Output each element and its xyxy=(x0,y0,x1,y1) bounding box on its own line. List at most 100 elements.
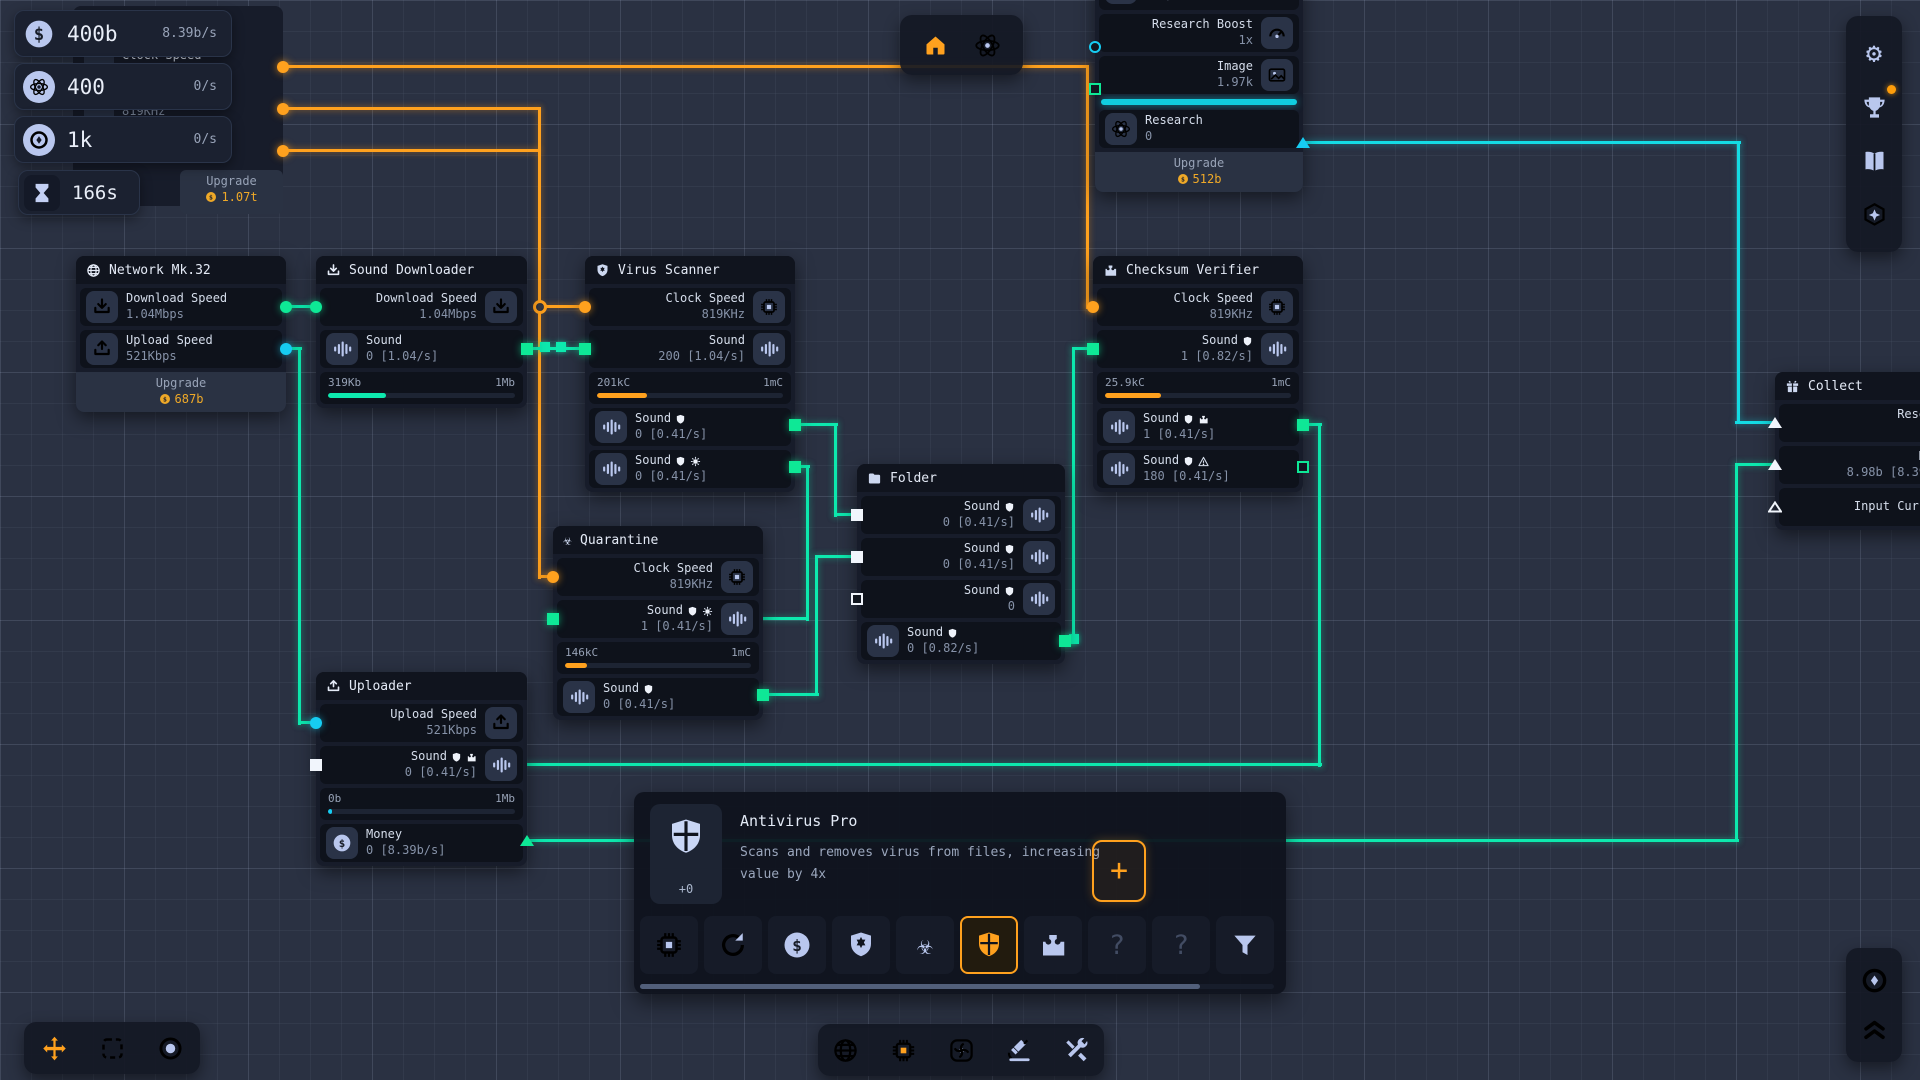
sound-input-port-2[interactable] xyxy=(851,551,863,563)
sound-icon xyxy=(867,625,899,657)
node-collect[interactable]: Collect Research0 Money8.98b [8.39b/s] I… xyxy=(1775,372,1920,530)
buy-item-button[interactable]: + xyxy=(1092,840,1146,902)
settings-button[interactable]: ⚙ xyxy=(1854,33,1894,73)
recenter-button[interactable] xyxy=(1854,960,1894,1000)
research-category-button[interactable] xyxy=(997,1028,1041,1072)
clock-input-port[interactable] xyxy=(579,301,591,313)
item-locked-button[interactable]: ? xyxy=(1088,916,1146,974)
sound-icon xyxy=(721,603,753,635)
node-checksum-verifier[interactable]: Checksum Verifier Clock Speed819KHz Soun… xyxy=(1093,256,1303,492)
hardware-category-button[interactable] xyxy=(881,1028,925,1072)
node-quarantine[interactable]: ☣Quarantine Clock Speed819KHz Sound1 [0.… xyxy=(553,526,763,720)
item-locked-button[interactable]: ? xyxy=(1152,916,1210,974)
money-input-row: Money8.98b [8.39b/s] xyxy=(1779,446,1920,484)
guide-button[interactable] xyxy=(1854,141,1894,181)
sound-output-port[interactable] xyxy=(757,689,769,701)
item-cpu-button[interactable] xyxy=(640,916,698,974)
sound-input-port[interactable] xyxy=(547,613,559,625)
upgrade-all-button[interactable] xyxy=(1854,1010,1894,1050)
upload-speed-input-port[interactable] xyxy=(310,717,322,729)
puzzle-icon xyxy=(1103,263,1118,278)
download-output-port[interactable] xyxy=(280,301,292,313)
warning-icon xyxy=(1198,456,1209,467)
move-tool-button[interactable] xyxy=(32,1026,76,1070)
node-title: Checksum Verifier xyxy=(1126,263,1259,278)
coin-icon xyxy=(1177,173,1189,185)
circle-tool-button[interactable] xyxy=(148,1026,192,1070)
money-output-port[interactable] xyxy=(520,835,534,846)
item-money-button[interactable] xyxy=(768,916,826,974)
overclocker-output-port[interactable] xyxy=(277,103,289,115)
sound-input-port[interactable] xyxy=(310,759,322,771)
overclocker-output-port[interactable] xyxy=(277,145,289,157)
node-network[interactable]: Network Mk.32 Download Speed1.04Mbps Upl… xyxy=(76,256,286,412)
research-upgrade-button[interactable]: Upgrade 512b xyxy=(1095,152,1303,192)
clock-speed-input-row: Clock Speed819KHz xyxy=(589,288,791,326)
shield-icon xyxy=(675,414,686,425)
shield-icon xyxy=(1183,414,1194,425)
cpu-icon xyxy=(654,930,684,960)
upload-output-port[interactable] xyxy=(280,343,292,355)
game-canvas[interactable]: Clock Speed 819KHz Upgrade 1.07t Network… xyxy=(0,0,1920,1080)
sound-icon xyxy=(1103,453,1135,485)
shield-icon xyxy=(1004,586,1015,597)
sound-input-port[interactable] xyxy=(1087,343,1099,355)
wire-clock-to-checksum xyxy=(1086,65,1089,309)
item-filter-button[interactable] xyxy=(1216,916,1274,974)
cooling-category-button[interactable] xyxy=(939,1028,983,1072)
shop-panel: +0 Antivirus Pro Scans and removes virus… xyxy=(634,792,1286,994)
node-header: Sound Downloader xyxy=(316,256,527,284)
research-input-port[interactable] xyxy=(1768,417,1782,428)
item-refresh-button[interactable] xyxy=(704,916,762,974)
sound-output-port[interactable] xyxy=(1059,635,1071,647)
item-puzzle-button[interactable] xyxy=(1024,916,1082,974)
select-tool-button[interactable] xyxy=(90,1026,134,1070)
research-output-port[interactable] xyxy=(1296,137,1310,148)
node-sound-downloader[interactable]: Sound Downloader Download Speed1.04Mbps … xyxy=(316,256,527,408)
wire-waypoint[interactable] xyxy=(556,342,566,352)
overclocker-output-port[interactable] xyxy=(277,61,289,73)
corrupt-output-port[interactable] xyxy=(1297,461,1309,473)
node-folder[interactable]: Folder Sound0 [0.41/s] Sound0 [0.41/s] S… xyxy=(857,464,1065,664)
cores-rate: 0/s xyxy=(180,132,217,147)
folder-icon xyxy=(867,471,882,486)
network-category-button[interactable] xyxy=(823,1028,867,1072)
achievements-button[interactable] xyxy=(1854,87,1894,127)
clock-input-port[interactable] xyxy=(1087,301,1099,313)
infected-sound-output-port[interactable] xyxy=(789,461,801,473)
node-research[interactable]: Research Speed1.6/s Research Boost1x Ima… xyxy=(1095,0,1303,192)
sound-output-port[interactable] xyxy=(521,343,533,355)
research-boost-input-row: Research Boost1x xyxy=(1099,14,1299,52)
wire-waypoint[interactable] xyxy=(540,342,550,352)
research-view-button[interactable] xyxy=(966,23,1010,67)
sound-input-port[interactable] xyxy=(579,343,591,355)
wire-upload-speed xyxy=(298,347,301,725)
circle-ring-icon xyxy=(157,1035,184,1062)
home-view-button[interactable] xyxy=(914,23,958,67)
bottom-right-panel xyxy=(1846,948,1902,1062)
node-uploader[interactable]: Uploader Upload Speed521Kbps Sound0 [0.4… xyxy=(316,672,527,866)
node-virus-scanner[interactable]: Virus Scanner Clock Speed819KHz Sound200… xyxy=(585,256,795,492)
verified-output-port[interactable] xyxy=(1297,419,1309,431)
overclocker-upgrade-button[interactable]: Upgrade 1.07t xyxy=(180,170,283,214)
item-antivirus-button[interactable] xyxy=(960,916,1018,974)
currency-input-port[interactable] xyxy=(1768,501,1782,513)
cores-value: 1k xyxy=(67,128,92,152)
boost-input-port[interactable] xyxy=(1089,41,1101,53)
tools-category-button[interactable] xyxy=(1055,1028,1099,1072)
atom-icon xyxy=(1105,113,1137,145)
item-biohazard-button[interactable]: ☣ xyxy=(896,916,954,974)
sound-input-port-3[interactable] xyxy=(851,593,863,605)
clock-input-port[interactable] xyxy=(547,571,559,583)
sound-input-port-1[interactable] xyxy=(851,509,863,521)
clean-sound-output-port[interactable] xyxy=(789,419,801,431)
wire-junction[interactable] xyxy=(533,300,547,314)
image-input-port[interactable] xyxy=(1089,83,1101,95)
download-input-port[interactable] xyxy=(310,301,322,313)
item-virus-shield-button[interactable] xyxy=(832,916,890,974)
prestige-button[interactable] xyxy=(1854,195,1894,235)
target-icon xyxy=(1861,967,1888,994)
money-input-port[interactable] xyxy=(1768,459,1782,470)
strip-scrollbar-thumb[interactable] xyxy=(640,984,1200,989)
upgrade-button[interactable]: Upgrade 687b xyxy=(76,372,286,412)
